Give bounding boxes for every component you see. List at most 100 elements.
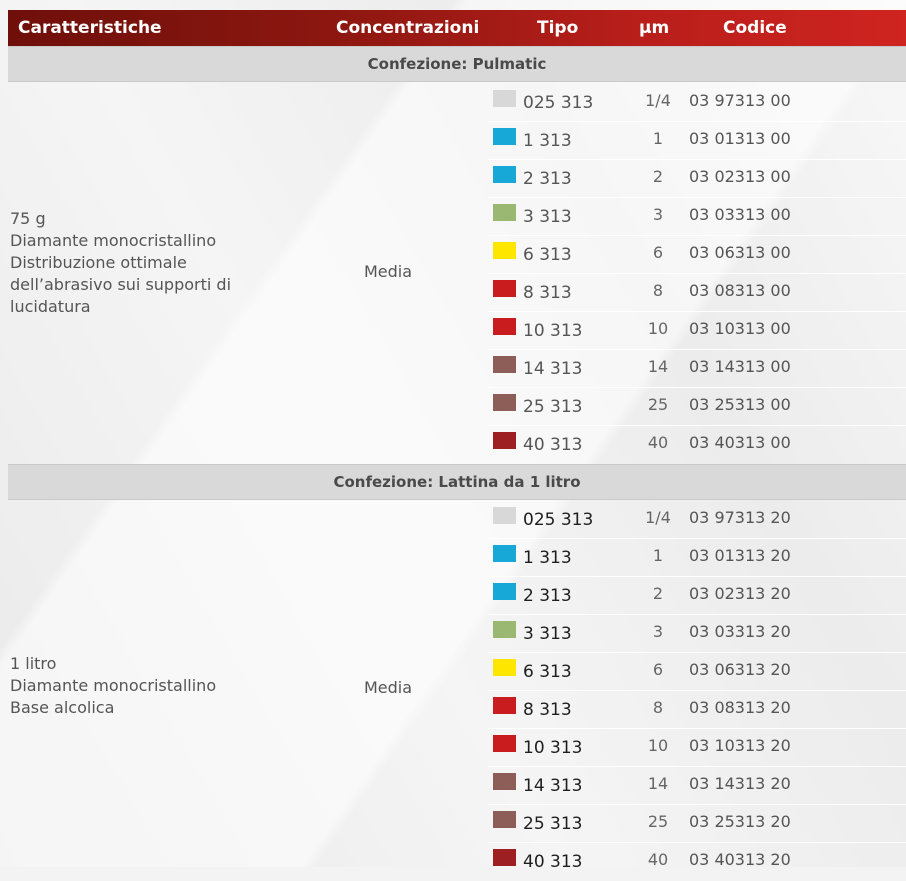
um-cell: 40 — [647, 433, 669, 452]
color-swatch — [493, 242, 516, 259]
tipo-cell: 2 313 — [523, 586, 572, 606]
codice-cell: 03 03313 20 — [689, 622, 791, 641]
color-swatch — [493, 394, 516, 411]
codice-cell: 03 01313 20 — [689, 546, 791, 565]
tipo-cell: 3 313 — [523, 624, 572, 644]
table-row: 40 313 40 03 40313 20 — [8, 843, 906, 881]
color-swatch — [493, 583, 516, 600]
tipo-cell: 25 313 — [523, 397, 583, 417]
codice-cell: 03 40313 00 — [689, 433, 791, 452]
color-swatch — [493, 811, 516, 828]
table-row: 6 313 6 03 06313 00 — [8, 236, 906, 274]
um-cell: 1 — [652, 546, 664, 565]
um-cell: 14 — [647, 774, 669, 793]
color-swatch — [493, 735, 516, 752]
codice-cell: 03 06313 20 — [689, 660, 791, 679]
header-tipo: Tipo — [537, 18, 579, 38]
codice-cell: 03 01313 00 — [689, 129, 791, 148]
table-row: 025 313 1/4 03 97313 00 — [8, 84, 906, 122]
codice-cell: 03 25313 00 — [689, 395, 791, 414]
tipo-cell: 40 313 — [523, 435, 583, 455]
codice-cell: 03 02313 00 — [689, 167, 791, 186]
table-header: Caratteristiche Concentrazioni Tipo µm C… — [8, 10, 906, 46]
tipo-cell: 3 313 — [523, 207, 572, 227]
header-um: µm — [639, 18, 670, 38]
color-swatch — [493, 621, 516, 638]
tipo-cell: 025 313 — [523, 93, 594, 113]
table-row: 8 313 8 03 08313 20 — [8, 691, 906, 729]
color-swatch — [493, 204, 516, 221]
color-swatch — [493, 166, 516, 183]
table-row: 3 313 3 03 03313 00 — [8, 198, 906, 236]
codice-cell: 03 10313 00 — [689, 319, 791, 338]
table-row: 25 313 25 03 25313 20 — [8, 805, 906, 843]
table-row: 6 313 6 03 06313 20 — [8, 653, 906, 691]
codice-cell: 03 25313 20 — [689, 812, 791, 831]
codice-cell: 03 40313 20 — [689, 850, 791, 869]
um-cell: 6 — [652, 660, 664, 679]
table-row: 3 313 3 03 03313 20 — [8, 615, 906, 653]
codice-cell: 03 03313 00 — [689, 205, 791, 224]
codice-cell: 03 08313 20 — [689, 698, 791, 717]
tipo-cell: 10 313 — [523, 738, 583, 758]
color-swatch — [493, 356, 516, 373]
um-cell: 10 — [647, 319, 669, 338]
um-cell: 10 — [647, 736, 669, 755]
table-row: 10 313 10 03 10313 20 — [8, 729, 906, 767]
um-cell: 3 — [652, 622, 664, 641]
color-swatch — [493, 545, 516, 562]
color-swatch — [493, 659, 516, 676]
table-row: 2 313 2 03 02313 00 — [8, 160, 906, 198]
color-swatch — [493, 432, 516, 449]
section-title-pulmatic: Confezione: Pulmatic — [8, 46, 906, 82]
table-row: 10 313 10 03 10313 00 — [8, 312, 906, 350]
tipo-cell: 25 313 — [523, 814, 583, 834]
um-cell: 1/4 — [645, 508, 671, 527]
tipo-cell: 8 313 — [523, 283, 572, 303]
um-cell: 2 — [652, 584, 664, 603]
table-row: 40 313 40 03 40313 00 — [8, 426, 906, 464]
header-codice: Codice — [723, 18, 787, 38]
tipo-cell: 2 313 — [523, 169, 572, 189]
um-cell: 40 — [647, 850, 669, 869]
color-swatch — [493, 280, 516, 297]
um-cell: 3 — [652, 205, 664, 224]
tipo-cell: 025 313 — [523, 510, 594, 530]
color-swatch — [493, 318, 516, 335]
table-row: 1 313 1 03 01313 00 — [8, 122, 906, 160]
codice-cell: 03 97313 00 — [689, 91, 791, 110]
color-swatch — [493, 849, 516, 866]
um-cell: 1/4 — [645, 91, 671, 110]
codice-cell: 03 97313 20 — [689, 508, 791, 527]
tipo-cell: 40 313 — [523, 852, 583, 872]
table-row: 025 313 1/4 03 97313 20 — [8, 501, 906, 539]
color-swatch — [493, 128, 516, 145]
um-cell: 8 — [652, 698, 664, 717]
table-row: 2 313 2 03 02313 20 — [8, 577, 906, 615]
codice-cell: 03 14313 20 — [689, 774, 791, 793]
tipo-cell: 6 313 — [523, 662, 572, 682]
table-row: 1 313 1 03 01313 20 — [8, 539, 906, 577]
header-caratteristiche: Caratteristiche — [18, 18, 162, 38]
tipo-cell: 1 313 — [523, 131, 572, 151]
codice-cell: 03 06313 00 — [689, 243, 791, 262]
tipo-cell: 8 313 — [523, 700, 572, 720]
table-row: 14 313 14 03 14313 00 — [8, 350, 906, 388]
table-row: 14 313 14 03 14313 20 — [8, 767, 906, 805]
codice-cell: 03 14313 00 — [689, 357, 791, 376]
color-swatch — [493, 773, 516, 790]
um-cell: 25 — [647, 395, 669, 414]
codice-cell: 03 10313 20 — [689, 736, 791, 755]
codice-cell: 03 02313 20 — [689, 584, 791, 603]
tipo-cell: 6 313 — [523, 245, 572, 265]
section-title-lattina: Confezione: Lattina da 1 litro — [8, 464, 906, 500]
tipo-cell: 1 313 — [523, 548, 572, 568]
table-row: 8 313 8 03 08313 00 — [8, 274, 906, 312]
um-cell: 14 — [647, 357, 669, 376]
tipo-cell: 14 313 — [523, 359, 583, 379]
color-swatch — [493, 507, 516, 524]
um-cell: 2 — [652, 167, 664, 186]
tipo-cell: 14 313 — [523, 776, 583, 796]
color-swatch — [493, 90, 516, 107]
codice-cell: 03 08313 00 — [689, 281, 791, 300]
